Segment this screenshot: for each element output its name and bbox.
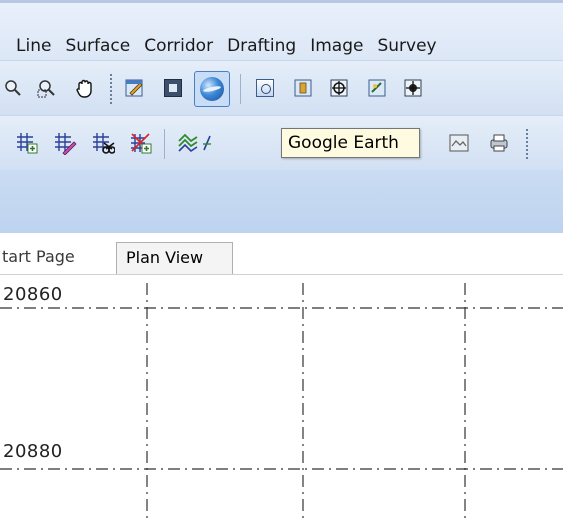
zoom-extents-icon <box>37 80 55 98</box>
toolbar-separator <box>526 129 528 159</box>
grid-add-button[interactable] <box>14 130 40 156</box>
grid-settings-icon <box>131 133 152 154</box>
edit-icon <box>125 79 143 97</box>
coordinate-label: 20860 <box>3 284 63 305</box>
view-button-4[interactable] <box>364 75 390 101</box>
view-icon-5 <box>404 79 422 97</box>
grid-edit-icon <box>55 133 77 155</box>
pan-hand-icon <box>76 79 92 98</box>
menu-surface[interactable]: Surface <box>58 32 137 60</box>
contour-icon <box>178 133 198 153</box>
contour-button[interactable] <box>176 130 202 156</box>
toolbar-divider <box>240 74 241 104</box>
menu-items: Line Surface Corridor Drafting Image Sur… <box>0 32 444 60</box>
toolbar-divider <box>164 129 165 159</box>
google-earth-button[interactable] <box>194 71 230 107</box>
menu-bar: Line Surface Corridor Drafting Image Sur… <box>0 0 563 60</box>
menu-image[interactable]: Image <box>303 32 370 60</box>
tab-start-page[interactable]: tart Page <box>0 242 75 275</box>
view-icon-4 <box>368 79 386 97</box>
grid-add-icon <box>17 133 38 154</box>
ribbon-panel <box>0 170 563 233</box>
grid-delete-icon <box>93 133 115 154</box>
pan-button[interactable] <box>72 75 98 101</box>
menu-corridor[interactable]: Corridor <box>137 32 220 60</box>
coordinate-label: 20880 <box>3 441 63 462</box>
view-icon-2 <box>294 79 312 97</box>
view-button-2[interactable] <box>290 75 316 101</box>
window-button[interactable] <box>160 75 186 101</box>
plan-view-canvas[interactable]: 20860 20880 <box>0 275 563 520</box>
toolbar-separator <box>110 74 112 104</box>
view-icon-1 <box>256 79 274 97</box>
zoom-window-button[interactable] <box>0 75 26 101</box>
view-button-3[interactable] <box>326 75 352 101</box>
window-icon <box>164 79 182 97</box>
zoom-extents-button[interactable] <box>34 75 60 101</box>
menu-line[interactable]: Line <box>0 32 58 60</box>
image-view-button[interactable] <box>446 130 472 156</box>
menu-survey[interactable]: Survey <box>370 32 443 60</box>
menu-drafting[interactable]: Drafting <box>220 32 303 60</box>
edit-button[interactable] <box>122 75 148 101</box>
print-icon <box>490 134 508 152</box>
grid-lines <box>0 283 563 520</box>
print-button[interactable] <box>486 130 512 156</box>
image-view-icon <box>449 134 469 152</box>
view-button-1[interactable] <box>252 75 278 101</box>
view-icon-3 <box>330 79 348 97</box>
toolbar-view <box>0 60 563 115</box>
view-button-5[interactable] <box>400 75 426 101</box>
grid-edit-button[interactable] <box>52 130 78 156</box>
document-tabs: tart Page Plan View <box>0 233 563 275</box>
google-earth-tooltip: Google Earth <box>281 128 420 158</box>
grid-delete-button[interactable] <box>90 130 116 156</box>
tab-plan-view[interactable]: Plan View <box>116 242 233 275</box>
google-earth-icon <box>200 77 224 101</box>
profile-button[interactable] <box>202 130 212 156</box>
zoom-window-icon <box>5 80 21 96</box>
grid-settings-button[interactable] <box>128 130 154 156</box>
profile-icon <box>203 135 211 151</box>
